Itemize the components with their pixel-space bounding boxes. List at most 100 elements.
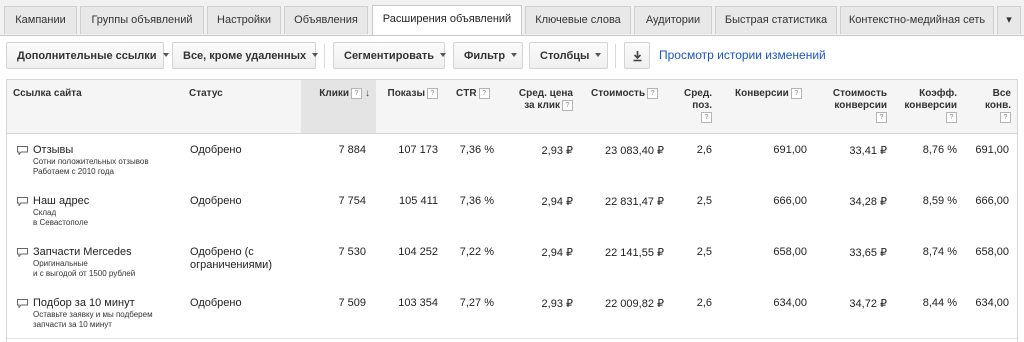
status-filter-dropdown[interactable]: Все, кроме удаленных bbox=[172, 42, 319, 69]
caret-down-icon bbox=[162, 53, 169, 58]
sitelink-line2: запчасти за 10 минут bbox=[33, 320, 112, 329]
sitelink-title[interactable]: Наш адрес bbox=[33, 195, 89, 207]
ctr-cell: 7,36 % bbox=[459, 144, 494, 156]
help-icon[interactable]: ? bbox=[946, 112, 957, 123]
clicks-cell: 7 509 bbox=[338, 297, 366, 309]
header-avg-cpc[interactable]: Сред. цена за клик? bbox=[500, 80, 579, 133]
conversions-cell: 691,00 bbox=[773, 144, 807, 156]
tab-bar: Кампании Группы объявлений Настройки Объ… bbox=[0, 0, 1024, 36]
sitelink-comment-icon bbox=[17, 248, 28, 257]
status-filter-label: Все, кроме удаленных bbox=[183, 50, 307, 62]
header-avg-pos[interactable]: Сред. поз. ? bbox=[670, 80, 718, 133]
help-icon[interactable]: ? bbox=[427, 88, 438, 99]
header-avg-pos-label-2: поз. bbox=[692, 100, 712, 111]
header-link[interactable]: Ссылка сайта bbox=[7, 80, 183, 133]
sitelink-title[interactable]: Подбор за 10 минут bbox=[33, 297, 135, 309]
help-icon[interactable]: ? bbox=[876, 112, 887, 123]
change-history-link[interactable]: Просмотр истории изменений bbox=[659, 48, 826, 62]
status-cell: Одобрено bbox=[190, 195, 242, 207]
table-row[interactable]: Подбор за 10 минут Оставьте заявку и мы … bbox=[7, 287, 1017, 339]
header-conv-rate-label-1: Коэфф. bbox=[919, 88, 957, 99]
header-conv-rate[interactable]: Коэфф. конверсии ? bbox=[893, 80, 963, 133]
tab-quick-stats[interactable]: Быстрая статистика bbox=[715, 6, 837, 34]
help-icon[interactable]: ? bbox=[701, 112, 712, 123]
header-avg-pos-label-1: Сред. bbox=[683, 88, 712, 99]
help-icon[interactable]: ? bbox=[478, 88, 490, 99]
columns-dropdown[interactable]: Столбцы bbox=[529, 42, 608, 69]
extensions-table: Ссылка сайта Статус Клики? ↓ Показы? CTR?… bbox=[6, 79, 1018, 342]
sitelink-comment-icon bbox=[17, 299, 28, 308]
sort-desc-icon: ↓ bbox=[365, 88, 370, 100]
ctr-cell: 7,22 % bbox=[459, 246, 494, 258]
header-clicks-label: Клики bbox=[319, 88, 349, 100]
header-clicks[interactable]: Клики? ↓ bbox=[301, 80, 376, 133]
segment-dropdown[interactable]: Сегментировать bbox=[333, 42, 447, 69]
sitelink-line2: в Севастополе bbox=[33, 218, 89, 227]
table-header: Ссылка сайта Статус Клики? ↓ Показы? CTR?… bbox=[7, 80, 1017, 134]
extension-type-label: Дополнительные ссылки bbox=[17, 50, 157, 62]
all-conv-cell: 658,00 bbox=[975, 246, 1009, 258]
tab-ad-extensions[interactable]: Расширения объявлений bbox=[372, 5, 522, 35]
caret-down-icon bbox=[312, 53, 319, 58]
avg-pos-cell: 2,6 bbox=[696, 144, 712, 156]
cost-cell: 22 141,55 ₽ bbox=[605, 247, 664, 259]
sitelink-line1: Оригинальные bbox=[33, 259, 88, 268]
header-ctr[interactable]: CTR? bbox=[444, 80, 500, 133]
header-status[interactable]: Статус bbox=[183, 80, 301, 133]
clicks-cell: 7 530 bbox=[338, 246, 366, 258]
avg-cpc-cell: 2,94 ₽ bbox=[541, 247, 573, 259]
tab-campaigns[interactable]: Кампании bbox=[4, 6, 77, 34]
header-all-conv-label-2: конв. bbox=[985, 100, 1011, 111]
conversions-cell: 658,00 bbox=[773, 246, 807, 258]
sitelink-line1: Склад bbox=[33, 208, 57, 217]
header-cost[interactable]: Стоимость? bbox=[585, 80, 670, 133]
table-row[interactable]: Запчасти Mercedes Оригинальные и с выгод… bbox=[7, 236, 1017, 288]
extension-type-dropdown[interactable]: Дополнительные ссылки bbox=[6, 42, 169, 69]
toolbar-divider bbox=[615, 44, 616, 68]
header-all-conv[interactable]: Все конв. ? bbox=[963, 80, 1017, 133]
sitelink-title[interactable]: Отзывы bbox=[33, 144, 73, 156]
help-icon[interactable]: ? bbox=[790, 88, 802, 99]
avg-pos-cell: 2,6 bbox=[696, 297, 712, 309]
cost-per-conv-cell: 33,65 ₽ bbox=[849, 247, 887, 259]
status-cell: Одобрено bbox=[190, 144, 242, 156]
filter-label: Фильтр bbox=[464, 50, 506, 62]
sitelink-line1: Оставьте заявку и мы подберем bbox=[33, 310, 153, 319]
tab-settings[interactable]: Настройки bbox=[207, 6, 281, 34]
help-icon[interactable]: ? bbox=[1000, 112, 1011, 123]
avg-cpc-cell: 2,93 ₽ bbox=[541, 145, 573, 157]
help-icon[interactable]: ? bbox=[562, 100, 573, 111]
clicks-cell: 7 884 bbox=[338, 144, 366, 156]
ctr-cell: 7,27 % bbox=[459, 297, 494, 309]
tab-ads[interactable]: Объявления bbox=[284, 6, 368, 34]
columns-label: Столбцы bbox=[540, 50, 590, 62]
tab-keywords[interactable]: Ключевые слова bbox=[525, 6, 631, 34]
help-icon[interactable]: ? bbox=[351, 88, 362, 99]
header-conversions[interactable]: Конверсии? bbox=[729, 80, 815, 133]
impressions-cell: 103 354 bbox=[398, 297, 438, 309]
header-conversions-label: Конверсии bbox=[735, 88, 789, 100]
avg-pos-cell: 2,5 bbox=[696, 195, 712, 207]
download-button[interactable] bbox=[624, 42, 650, 69]
header-impressions[interactable]: Показы? bbox=[376, 80, 444, 133]
header-cost-per-conv-label-2: конверсии bbox=[834, 100, 887, 111]
tab-audiences[interactable]: Аудитории bbox=[634, 6, 712, 34]
filter-dropdown[interactable]: Фильтр bbox=[453, 42, 523, 69]
header-cost-per-conv-label-1: Стоимость bbox=[832, 88, 887, 99]
table-row[interactable]: Отзывы Сотни положительных отзывов Работ… bbox=[7, 134, 1017, 186]
all-conv-cell: 691,00 bbox=[975, 144, 1009, 156]
cost-cell: 22 831,47 ₽ bbox=[605, 196, 664, 208]
clicks-cell: 7 754 bbox=[338, 195, 366, 207]
sitelink-comment-icon bbox=[17, 197, 28, 206]
sitelink-title[interactable]: Запчасти Mercedes bbox=[33, 246, 132, 258]
tab-display-network[interactable]: Контекстно-медийная сеть bbox=[840, 6, 994, 34]
tabs-more-chevron[interactable]: ▾ bbox=[997, 6, 1021, 34]
status-cell: Одобрено bbox=[190, 297, 242, 309]
conv-rate-cell: 8,76 % bbox=[922, 144, 957, 156]
table-row[interactable]: Наш адрес Склад в Севастополе Одобрено 7… bbox=[7, 185, 1017, 237]
help-icon[interactable]: ? bbox=[647, 88, 659, 99]
caret-down-icon bbox=[511, 53, 518, 58]
header-cost-per-conv[interactable]: Стоимость конверсии ? bbox=[815, 80, 893, 133]
avg-pos-cell: 2,5 bbox=[696, 246, 712, 258]
tab-ad-groups[interactable]: Группы объявлений bbox=[80, 6, 204, 34]
